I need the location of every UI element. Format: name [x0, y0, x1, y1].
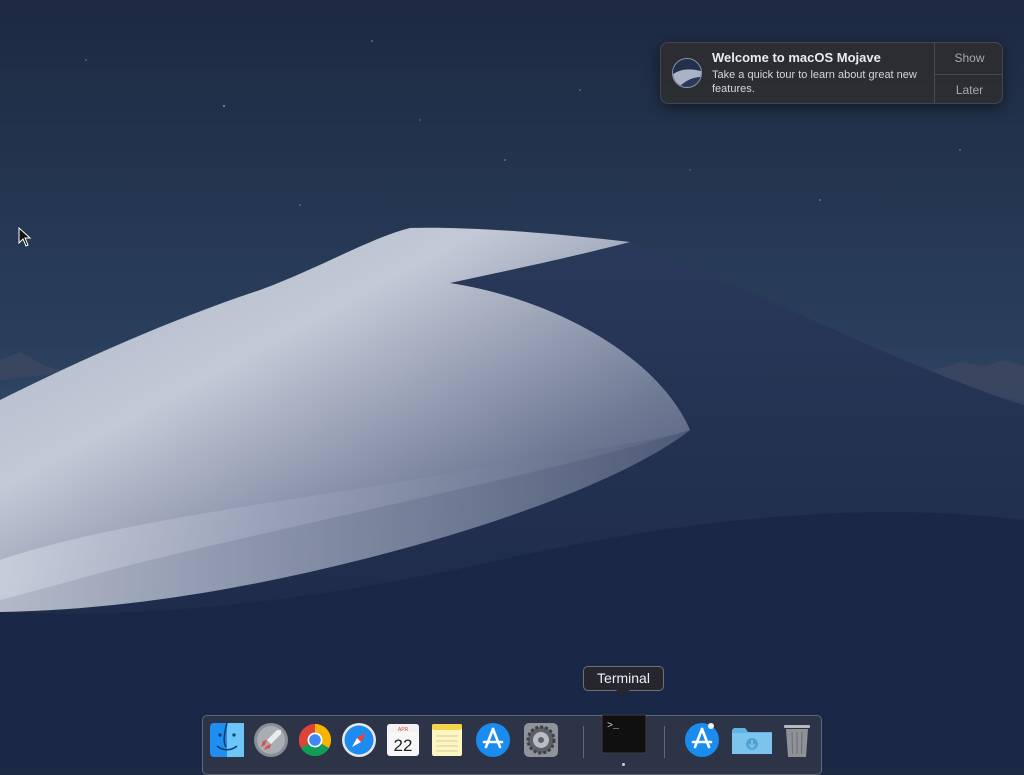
dock-item-notes[interactable] [427, 720, 467, 760]
dock-item-safari[interactable] [339, 720, 379, 760]
mouse-cursor-icon [18, 227, 32, 247]
notification-title: Welcome to macOS Mojave [712, 50, 881, 65]
notification-actions: Show Later [934, 43, 1002, 103]
dock-item-launchpad[interactable] [251, 720, 291, 760]
tooltip-arrow [616, 690, 630, 697]
trash-icon [784, 725, 810, 757]
calendar-month: APR [398, 727, 409, 733]
mojave-app-icon [672, 58, 702, 88]
dock-item-finder[interactable] [207, 720, 247, 760]
terminal-running-indicator [622, 763, 625, 766]
terminal-prompt: >_ [607, 721, 620, 732]
app-store-icon [476, 723, 510, 757]
show-button[interactable]: Show [935, 43, 1002, 74]
terminal-icon: >_ [601, 714, 647, 754]
dock-item-trash[interactable] [777, 720, 817, 760]
downloads-folder-icon [732, 728, 772, 754]
dock-item-app-store[interactable] [473, 720, 513, 760]
notification-body: Take a quick tour to learn about great n… [712, 69, 917, 95]
notification-banner[interactable]: Welcome to macOS Mojave Take a quick tou… [660, 42, 1003, 104]
system-preferences-icon [524, 723, 558, 757]
launchpad-icon [254, 723, 288, 757]
dock-item-downloads[interactable] [730, 720, 772, 760]
dock-item-calendar[interactable]: APR 22 [383, 720, 423, 760]
mojave-wallpaper [0, 0, 1024, 768]
calendar-day: 22 [394, 736, 413, 755]
calendar-icon: APR 22 [387, 724, 419, 756]
dock-item-terminal[interactable]: >_ [601, 714, 647, 754]
safari-icon [342, 723, 376, 757]
dock-separator [664, 726, 665, 758]
dock-item-chrome[interactable] [295, 720, 335, 760]
dock-item-app-store-2[interactable] [682, 720, 722, 760]
finder-icon [210, 722, 244, 757]
later-button[interactable]: Later [935, 74, 1002, 103]
app-store-icon [685, 723, 719, 757]
chrome-icon [298, 723, 332, 757]
desktop[interactable]: Welcome to macOS Mojave Take a quick tou… [0, 0, 1024, 775]
dock-item-system-preferences[interactable] [521, 720, 561, 760]
dock-separator [583, 726, 584, 758]
dock-tooltip: Terminal [583, 666, 664, 691]
notes-icon [432, 724, 462, 756]
